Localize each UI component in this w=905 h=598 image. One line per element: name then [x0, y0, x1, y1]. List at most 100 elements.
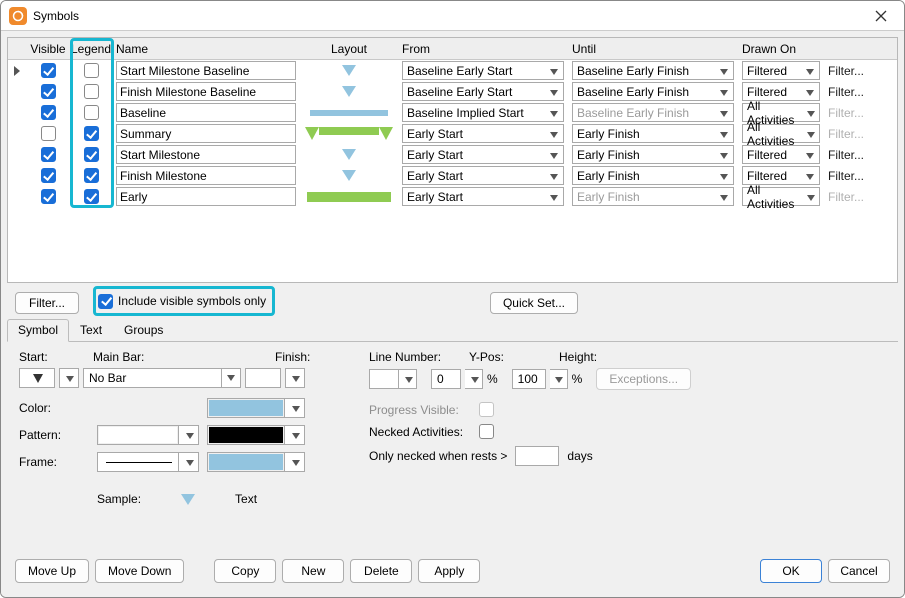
- row-filter-link[interactable]: Filter...: [828, 85, 864, 99]
- row-indicator-icon: [14, 66, 20, 76]
- quick-set-button[interactable]: Quick Set...: [490, 292, 578, 314]
- row-filter-link[interactable]: Filter...: [828, 148, 864, 162]
- layout-preview: [300, 86, 398, 97]
- from-select[interactable]: Early Start: [402, 166, 564, 185]
- visible-checkbox[interactable]: [41, 168, 56, 183]
- legend-checkbox[interactable]: [84, 126, 99, 141]
- linenum-select[interactable]: [369, 369, 399, 389]
- grid-header: Visible Legend Name Layout From Until Dr…: [8, 38, 897, 60]
- legend-checkbox[interactable]: [84, 84, 99, 99]
- pattern-right-dd[interactable]: [285, 425, 305, 445]
- apply-button[interactable]: Apply: [418, 559, 480, 583]
- footer: Move Up Move Down Copy New Delete Apply …: [1, 549, 904, 597]
- table-row[interactable]: Early Early Start Early Finish All Activiti…: [8, 186, 897, 207]
- color-swatch[interactable]: [207, 398, 285, 418]
- new-button[interactable]: New: [282, 559, 344, 583]
- col-drawn-on[interactable]: Drawn On: [738, 42, 824, 56]
- col-from[interactable]: From: [398, 42, 568, 56]
- legend-checkbox[interactable]: [84, 189, 99, 204]
- from-select[interactable]: Early Start: [402, 187, 564, 206]
- until-select[interactable]: Early Finish: [572, 145, 734, 164]
- drawn-on-select[interactable]: All Activities: [742, 124, 820, 143]
- until-select[interactable]: Baseline Early Finish: [572, 103, 734, 122]
- layout-preview: [300, 110, 398, 116]
- color-dd[interactable]: [285, 398, 305, 418]
- tab-symbol[interactable]: Symbol: [7, 319, 69, 342]
- col-visible[interactable]: Visible: [26, 42, 70, 56]
- finish-shape-select[interactable]: [245, 368, 281, 388]
- col-name[interactable]: Name: [112, 42, 300, 56]
- tab-text[interactable]: Text: [69, 319, 113, 341]
- table-row[interactable]: Start Milestone Early Start Early Finish Fi…: [8, 144, 897, 165]
- row-filter-link[interactable]: Filter...: [828, 64, 864, 78]
- from-select[interactable]: Baseline Implied Start: [402, 103, 564, 122]
- drawn-on-select[interactable]: Filtered: [742, 61, 820, 80]
- frame-label: Frame:: [19, 455, 97, 469]
- start-shape-select[interactable]: [19, 368, 55, 388]
- visible-checkbox[interactable]: [41, 63, 56, 78]
- table-row[interactable]: Summary Early Start Early Finish All Activi…: [8, 123, 897, 144]
- start-shape-dd[interactable]: [59, 368, 79, 388]
- until-select[interactable]: Early Finish: [572, 124, 734, 143]
- height-select[interactable]: 100: [512, 369, 546, 389]
- progress-label: Progress Visible:: [369, 403, 469, 417]
- from-select[interactable]: Baseline Early Start: [402, 82, 564, 101]
- visible-checkbox[interactable]: [41, 147, 56, 162]
- name-input[interactable]: Baseline: [116, 103, 296, 122]
- ypos-select[interactable]: 0: [431, 369, 461, 389]
- pattern-left-dd[interactable]: [179, 425, 199, 445]
- col-layout[interactable]: Layout: [300, 42, 398, 56]
- name-input[interactable]: Start Milestone: [116, 145, 296, 164]
- include-visible-checkbox[interactable]: [98, 294, 113, 309]
- finish-shape-dd[interactable]: [285, 368, 305, 388]
- exceptions-button[interactable]: Exceptions...: [596, 368, 691, 390]
- from-select[interactable]: Baseline Early Start: [402, 61, 564, 80]
- necked-days-input[interactable]: [515, 446, 559, 466]
- pattern-left[interactable]: [97, 425, 179, 445]
- drawn-on-select[interactable]: Filtered: [742, 145, 820, 164]
- progress-checkbox[interactable]: [479, 402, 494, 417]
- include-visible-highlight: Include visible symbols only: [93, 286, 275, 316]
- frame-color-dd[interactable]: [285, 452, 305, 472]
- visible-checkbox[interactable]: [41, 189, 56, 204]
- until-select[interactable]: Early Finish: [572, 187, 734, 206]
- tab-groups[interactable]: Groups: [113, 319, 174, 341]
- name-input[interactable]: Finish Milestone: [116, 166, 296, 185]
- from-select[interactable]: Early Start: [402, 145, 564, 164]
- ok-button[interactable]: OK: [760, 559, 822, 583]
- filter-button[interactable]: Filter...: [15, 292, 79, 314]
- frame-color[interactable]: [207, 452, 285, 472]
- until-select[interactable]: Baseline Early Finish: [572, 61, 734, 80]
- cancel-button[interactable]: Cancel: [828, 559, 890, 583]
- frame-style-dd[interactable]: [179, 452, 199, 472]
- move-down-button[interactable]: Move Down: [95, 559, 184, 583]
- visible-checkbox[interactable]: [41, 126, 56, 141]
- legend-checkbox[interactable]: [84, 147, 99, 162]
- start-label: Start:: [19, 350, 79, 364]
- frame-style[interactable]: [97, 452, 179, 472]
- name-input[interactable]: Early: [116, 187, 296, 206]
- until-select[interactable]: Baseline Early Finish: [572, 82, 734, 101]
- legend-checkbox[interactable]: [84, 105, 99, 120]
- delete-button[interactable]: Delete: [350, 559, 412, 583]
- necked-checkbox[interactable]: [479, 424, 494, 439]
- name-input[interactable]: Finish Milestone Baseline: [116, 82, 296, 101]
- visible-checkbox[interactable]: [41, 84, 56, 99]
- table-row[interactable]: Start Milestone Baseline Baseline Early S…: [8, 60, 897, 81]
- pattern-right[interactable]: [207, 425, 285, 445]
- name-input[interactable]: Start Milestone Baseline: [116, 61, 296, 80]
- col-legend[interactable]: Legend: [70, 42, 112, 56]
- copy-button[interactable]: Copy: [214, 559, 276, 583]
- from-select[interactable]: Early Start: [402, 124, 564, 143]
- visible-checkbox[interactable]: [41, 105, 56, 120]
- close-button[interactable]: [866, 1, 896, 31]
- mainbar-select[interactable]: No Bar: [83, 368, 241, 388]
- legend-checkbox[interactable]: [84, 63, 99, 78]
- move-up-button[interactable]: Move Up: [15, 559, 89, 583]
- drawn-on-select[interactable]: All Activities: [742, 187, 820, 206]
- until-select[interactable]: Early Finish: [572, 166, 734, 185]
- name-input[interactable]: Summary: [116, 124, 296, 143]
- legend-checkbox[interactable]: [84, 168, 99, 183]
- row-filter-link[interactable]: Filter...: [828, 169, 864, 183]
- col-until[interactable]: Until: [568, 42, 738, 56]
